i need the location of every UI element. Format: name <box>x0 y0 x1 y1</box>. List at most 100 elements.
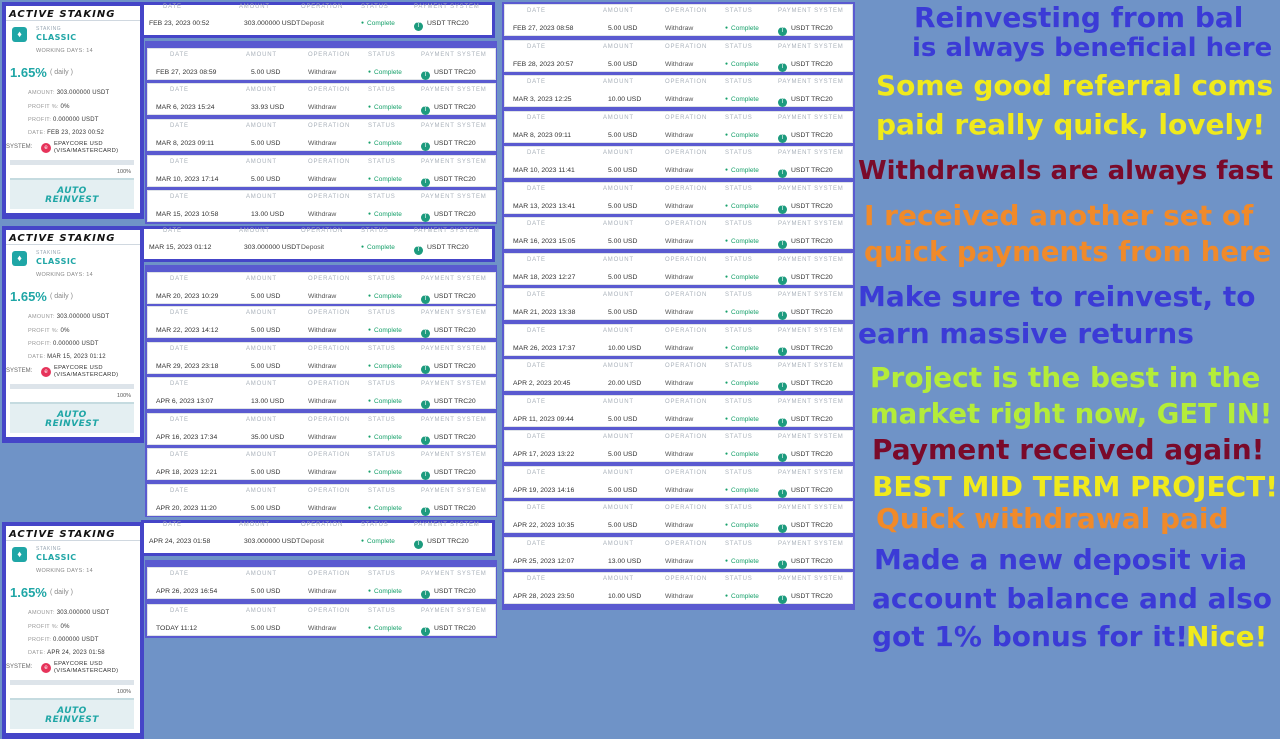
column-header: OPERATION <box>308 52 351 58</box>
row-payment: T USDT TRC20 <box>778 451 833 462</box>
table-row[interactable]: DATE AMOUNT OPERATION STATUS PAYMENT SYSTEM A… <box>504 359 853 391</box>
column-header: DATE <box>170 123 189 129</box>
table-row[interactable]: DATE AMOUNT OPERATION STATUS PAYMENT SYSTEM M… <box>504 146 853 178</box>
row-status: Complete <box>368 327 402 334</box>
table-row[interactable]: DATE AMOUNT OPERATION STATUS PAYMENT SYSTEM T… <box>147 604 496 636</box>
rate-period: ( daily ) <box>50 589 73 596</box>
column-header: AMOUNT <box>246 159 277 165</box>
row-status: Complete <box>725 593 759 600</box>
row-amount: 5.00 USD <box>608 132 638 139</box>
column-header: AMOUNT <box>603 79 634 85</box>
table-row[interactable]: DATE AMOUNT OPERATION STATUS PAYMENT SYSTEM M… <box>147 306 496 338</box>
progress-bar <box>10 384 134 389</box>
table-row[interactable]: DATE AMOUNT OPERATION STATUS PAYMENT SYSTEM M… <box>504 253 853 285</box>
column-header: STATUS <box>361 4 389 10</box>
field-label: PROFIT %: <box>28 624 59 630</box>
profit-pct-field: PROFIT %: 0% <box>28 104 70 110</box>
tether-icon: T <box>778 169 787 178</box>
table-row[interactable]: DATE AMOUNT OPERATION STATUS PAYMENT SYSTEM A… <box>504 537 853 569</box>
row-payment: T USDT TRC20 <box>421 588 476 599</box>
table-row[interactable]: DATE AMOUNT OPERATION STATUS PAYMENT SYSTEM M… <box>504 288 853 320</box>
row-operation: Withdraw <box>665 61 694 68</box>
row-status: Complete <box>725 96 759 103</box>
tether-icon: T <box>778 98 787 107</box>
auto-reinvest-button[interactable]: AUTO REINVEST <box>10 402 134 433</box>
row-payment: T USDT TRC20 <box>421 140 476 151</box>
table-row[interactable]: DATE AMOUNT OPERATION STATUS PAYMENT SYSTEM M… <box>147 272 496 304</box>
table-row[interactable]: DATE AMOUNT OPERATION STATUS PAYMENT SYSTEM M… <box>504 182 853 214</box>
promo-caption: market right now, GET IN! <box>870 398 1273 430</box>
table-row[interactable]: DATE AMOUNT OPERATION STATUS PAYMENT SYSTEM M… <box>504 111 853 143</box>
table-row[interactable]: DATE AMOUNT OPERATION STATUS PAYMENT SYSTEM M… <box>504 75 853 107</box>
row-amount: 10.00 USD <box>608 96 642 103</box>
column-header: PAYMENT SYSTEM <box>421 52 487 58</box>
column-header: AMOUNT <box>246 488 277 494</box>
column-header: OPERATION <box>308 123 351 129</box>
daily-rate: 1.65% <box>10 585 47 600</box>
table-row[interactable]: DATE AMOUNT OPERATION STATUS PAYMENT SYSTEM A… <box>504 395 853 427</box>
table-row[interactable]: DATE AMOUNT OPERATION STATUS PAYMENT SYSTEM M… <box>147 83 496 115</box>
row-operation: Withdraw <box>665 274 694 281</box>
row-payment: T USDT TRC20 <box>778 61 833 72</box>
table-row[interactable]: DATE AMOUNT OPERATION STATUS PAYMENT SYSTEM A… <box>147 377 496 409</box>
table-row[interactable]: DATE AMOUNT OPERATION STATUS PAYMENT SYSTEM A… <box>147 484 496 516</box>
column-header: AMOUNT <box>246 608 277 614</box>
row-status: Complete <box>725 487 759 494</box>
table-row[interactable]: DATE AMOUNT OPERATION STATUS PAYMENT SYSTEM A… <box>504 572 853 604</box>
promo-caption: Project is the best in the <box>870 361 1261 394</box>
column-header: AMOUNT <box>239 4 270 10</box>
row-status: Complete <box>368 140 402 147</box>
row-operation: Withdraw <box>665 522 694 529</box>
column-header: PAYMENT SYSTEM <box>421 381 487 387</box>
row-amount: 5.00 USD <box>608 167 638 174</box>
row-date: TODAY 11:12 <box>156 625 198 632</box>
column-header: AMOUNT <box>603 328 634 334</box>
daily-rate: 1.65% <box>10 65 47 80</box>
payment-label: USDT TRC20 <box>791 416 833 423</box>
row-operation: Withdraw <box>308 69 337 76</box>
column-header: DATE <box>170 52 189 58</box>
column-header: PAYMENT SYSTEM <box>421 123 487 129</box>
table-row[interactable]: DATE AMOUNT OPERATION STATUS PAYMENT SYSTEM M… <box>147 155 496 187</box>
row-amount: 5.00 USD <box>251 588 281 595</box>
table-row[interactable]: DATE AMOUNT OPERATION STATUS PAYMENT SYSTEM A… <box>144 522 492 553</box>
row-amount: 5.00 USD <box>251 176 281 183</box>
table-row[interactable]: DATE AMOUNT OPERATION STATUS PAYMENT SYSTEM A… <box>504 466 853 498</box>
row-operation: Withdraw <box>308 363 337 370</box>
row-payment: T USDT TRC20 <box>421 469 476 480</box>
system-label: SYSTEM: <box>6 368 33 374</box>
table-row[interactable]: DATE AMOUNT OPERATION STATUS PAYMENT SYSTEM F… <box>144 4 492 35</box>
promo-caption: Withdrawals are always fast <box>858 156 1274 186</box>
tether-icon: T <box>414 22 423 31</box>
table-row[interactable]: DATE AMOUNT OPERATION STATUS PAYMENT SYSTEM A… <box>147 448 496 480</box>
column-header: DATE <box>170 346 189 352</box>
table-row[interactable]: DATE AMOUNT OPERATION STATUS PAYMENT SYSTEM M… <box>147 119 496 151</box>
table-row[interactable]: DATE AMOUNT OPERATION STATUS PAYMENT SYSTEM A… <box>504 430 853 462</box>
table-row[interactable]: DATE AMOUNT OPERATION STATUS PAYMENT SYSTEM A… <box>504 501 853 533</box>
table-row[interactable]: DATE AMOUNT OPERATION STATUS PAYMENT SYSTEM F… <box>147 48 496 80</box>
table-row[interactable]: DATE AMOUNT OPERATION STATUS PAYMENT SYSTEM M… <box>504 217 853 249</box>
row-status: Complete <box>368 176 402 183</box>
column-header: STATUS <box>368 452 396 458</box>
row-amount: 35.00 USD <box>251 434 285 441</box>
row-status: Complete <box>725 345 759 352</box>
auto-reinvest-button[interactable]: AUTO REINVEST <box>10 698 134 729</box>
table-row[interactable]: DATE AMOUNT OPERATION STATUS PAYMENT SYSTEM M… <box>504 324 853 356</box>
table-row[interactable]: DATE AMOUNT OPERATION STATUS PAYMENT SYSTEM F… <box>504 40 853 72</box>
table-row[interactable]: DATE AMOUNT OPERATION STATUS PAYMENT SYSTEM A… <box>147 413 496 445</box>
auto-reinvest-button[interactable]: AUTO REINVEST <box>10 178 134 209</box>
row-payment: T USDT TRC20 <box>414 244 469 255</box>
table-row[interactable]: DATE AMOUNT OPERATION STATUS PAYMENT SYSTEM M… <box>144 228 492 259</box>
row-payment: T USDT TRC20 <box>778 380 833 391</box>
row-operation: Withdraw <box>665 25 694 32</box>
column-header: PAYMENT SYSTEM <box>778 505 844 511</box>
table-row[interactable]: DATE AMOUNT OPERATION STATUS PAYMENT SYSTEM A… <box>147 567 496 599</box>
epaycore-icon: e <box>41 367 51 377</box>
table-row[interactable]: DATE AMOUNT OPERATION STATUS PAYMENT SYSTEM M… <box>147 190 496 222</box>
table-row[interactable]: DATE AMOUNT OPERATION STATUS PAYMENT SYSTEM M… <box>147 342 496 374</box>
row-date: FEB 23, 2023 00:52 <box>149 20 210 27</box>
column-header: DATE <box>170 571 189 577</box>
column-header: OPERATION <box>665 470 708 476</box>
column-header: STATUS <box>368 194 396 200</box>
table-row[interactable]: DATE AMOUNT OPERATION STATUS PAYMENT SYSTEM F… <box>504 4 853 36</box>
